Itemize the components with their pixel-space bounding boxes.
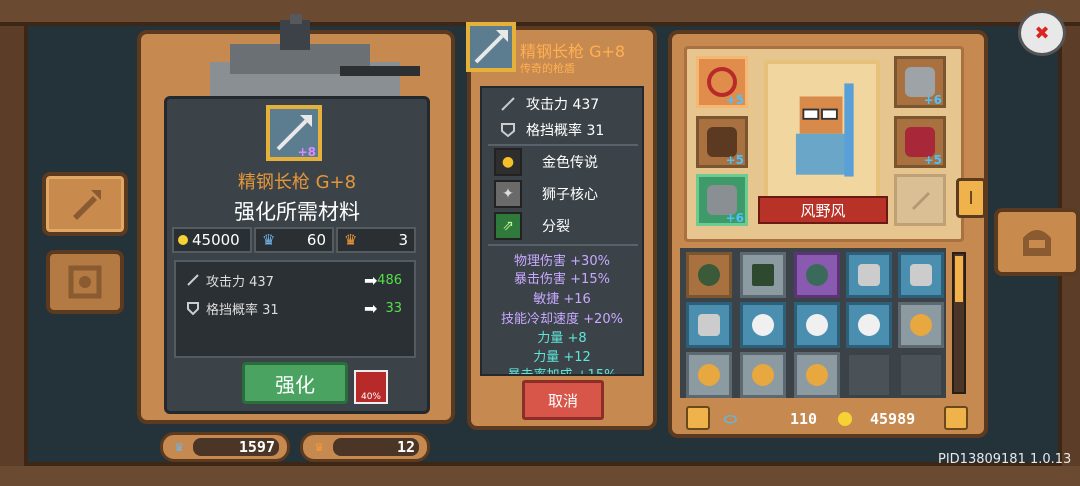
- forge-tab-button[interactable]: [42, 172, 128, 236]
- gold-flame-icon: ●: [494, 148, 522, 176]
- inventory-slot[interactable]: [794, 302, 840, 348]
- stat-block-row: 格挡概率 31 ➡ 33: [186, 298, 410, 318]
- equip-slot-ring[interactable]: +5: [696, 56, 748, 108]
- equip-slot-weapon-empty[interactable]: [894, 174, 946, 226]
- orange-crystal-material: ♛ 3: [336, 227, 416, 253]
- item-icon: +8: [266, 105, 322, 161]
- craft-tab-button[interactable]: [46, 250, 124, 314]
- sword-icon: [911, 191, 931, 211]
- grid-menu-button[interactable]: [944, 406, 968, 430]
- close-button[interactable]: ✖: [1018, 10, 1066, 56]
- right-tab-button[interactable]: I: [956, 178, 986, 218]
- detail-block-stat: 格挡概率 31: [500, 120, 604, 140]
- blue-crystal-counter: ♛ 1597: [160, 432, 290, 462]
- inventory-slot[interactable]: [846, 252, 892, 298]
- skill-row[interactable]: ● 金色传说: [494, 148, 638, 176]
- inventory-slot[interactable]: [898, 302, 944, 348]
- inventory-slot[interactable]: [740, 252, 786, 298]
- skill-row[interactable]: ⇗ 分裂: [494, 212, 638, 240]
- bonus-line: 力量 +12: [533, 350, 591, 365]
- orange-crystal-icon: ♛: [315, 439, 324, 455]
- inventory-slot[interactable]: [686, 302, 732, 348]
- inventory-slot[interactable]: [686, 252, 732, 298]
- player-id-version: PID13809181 1.0.13: [938, 452, 1072, 467]
- arrow-icon: ➡: [364, 298, 378, 318]
- sword-icon: [187, 274, 199, 286]
- close-icon: ✖: [1034, 22, 1050, 44]
- item-plus-label: +8: [297, 145, 316, 159]
- required-materials-title: 强化所需材料: [234, 200, 360, 224]
- gold-material: 45000: [172, 227, 252, 253]
- lion-icon: ✦: [494, 180, 522, 208]
- stat-preview-box: 攻击力 437 ➡ 486 格挡概率 31 ➡ 33: [174, 260, 416, 358]
- detail-attack-stat: 攻击力 437: [500, 94, 599, 114]
- inventory-slot[interactable]: [740, 302, 786, 348]
- equip-slot-armor[interactable]: +5: [894, 116, 946, 168]
- bonus-line: 物理伤害 +30%: [514, 254, 610, 269]
- bonus-line: 暴击伤害 +15%: [514, 272, 610, 287]
- top-beam: [0, 0, 1080, 26]
- forge-item-name: 精钢长枪 G+8: [237, 172, 357, 193]
- upgrade-sword-icon: [73, 190, 101, 220]
- detail-item-name: 精钢长枪 G+8: [520, 42, 626, 61]
- detail-item-icon: [466, 22, 516, 72]
- inventory-slot-empty[interactable]: [898, 352, 944, 398]
- character-portrait: [764, 60, 880, 200]
- helmet-icon: [1023, 230, 1051, 256]
- blue-crystal-icon: ♛: [175, 439, 184, 455]
- inventory-slot[interactable]: [846, 302, 892, 348]
- inventory-slot[interactable]: [898, 252, 944, 298]
- inventory-slot[interactable]: [794, 352, 840, 398]
- anvil-icon: [210, 14, 420, 108]
- inventory-scrollbar[interactable]: [952, 252, 966, 394]
- arrow-icon: ➡: [364, 270, 378, 290]
- inventory-slot[interactable]: [740, 352, 786, 398]
- enhance-button[interactable]: 强化: [242, 362, 348, 404]
- gem-icon: ⬭: [724, 410, 737, 428]
- sword-icon: [501, 97, 515, 111]
- blue-crystal-icon: ♛: [262, 231, 276, 249]
- equip-slot-gauntlet[interactable]: +6: [696, 174, 748, 226]
- left-post: [0, 26, 28, 466]
- gear-icon: [68, 265, 102, 299]
- helmet-tab-button[interactable]: [994, 208, 1080, 276]
- inventory-slot[interactable]: [794, 252, 840, 298]
- bonus-line: 技能冷却速度 +20%: [501, 312, 623, 327]
- shield-icon: [187, 302, 199, 315]
- cancel-button[interactable]: 取消: [522, 380, 604, 420]
- inventory-slot-empty[interactable]: [846, 352, 892, 398]
- bonus-line: 敏捷 +16: [533, 292, 591, 307]
- orange-crystal-icon: ♛: [344, 231, 358, 249]
- bonus-line: 力量 +8: [537, 331, 587, 346]
- gold-coin-icon: [838, 412, 852, 426]
- equip-slot-helmet[interactable]: +6: [894, 56, 946, 108]
- scrollbar-thumb[interactable]: [955, 256, 963, 302]
- character-name: 风野风: [758, 196, 888, 224]
- equip-slot-boots[interactable]: +5: [696, 116, 748, 168]
- orange-crystal-counter: ♛ 12: [300, 432, 430, 462]
- split-arrows-icon: ⇗: [494, 212, 522, 240]
- bottom-beam: [0, 462, 1080, 486]
- currency-bar: ⬭ 110 45989: [724, 410, 916, 428]
- bonus-line: 暴击率加成 +15%: [480, 364, 644, 374]
- stat-attack-row: 攻击力 437 ➡ 486: [186, 270, 410, 290]
- detail-item-subtitle: 传奇的枪盾: [520, 62, 575, 75]
- boost-item-button[interactable]: 40%: [354, 370, 388, 404]
- gold-coin-icon: [178, 235, 188, 245]
- inventory-slot[interactable]: [686, 352, 732, 398]
- skill-row[interactable]: ✦ 狮子核心: [494, 180, 638, 208]
- blue-crystal-material: ♛ 60: [254, 227, 334, 253]
- shield-icon: [501, 123, 515, 138]
